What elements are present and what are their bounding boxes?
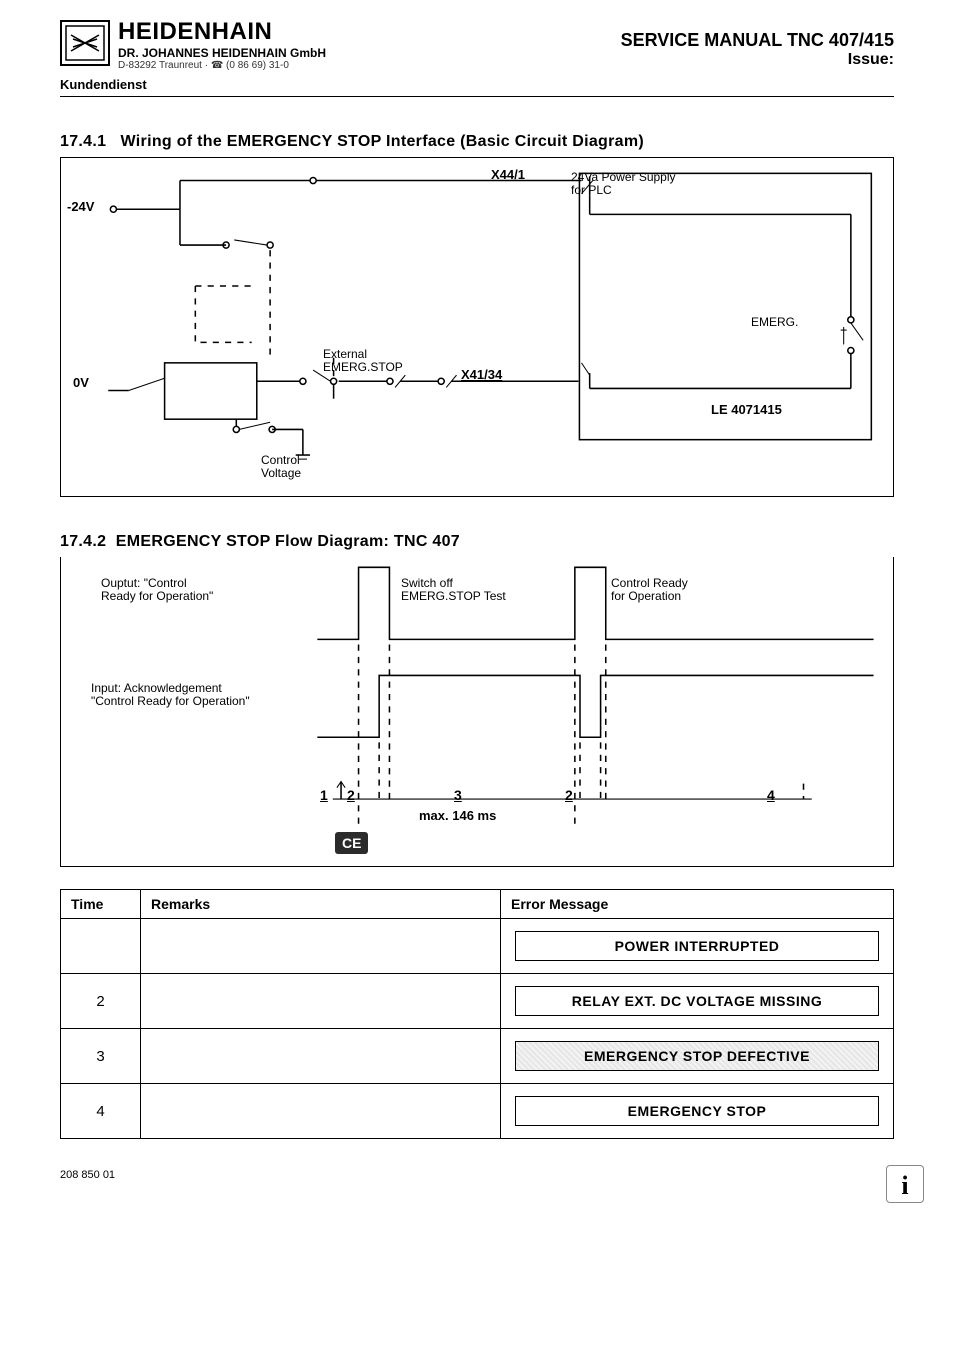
label-switchoff: Switch off EMERG.STOP Test [401,577,506,603]
kundendienst-label: Kundendienst [60,77,894,92]
logo-icon [60,20,110,66]
label-output: Ouptut: "Control Ready for Operation" [101,577,213,603]
table-row: POWER INTERRUPTED [61,919,894,974]
th-time: Time [61,890,141,919]
label-emerg: EMERG. [751,316,798,329]
label-ext-stop: External EMERG.STOP [323,348,403,374]
cell-time: 2 [61,974,141,1029]
doc-number: 208 850 01 [60,1169,894,1181]
cell-time: 4 [61,1084,141,1139]
label-x44: X44/1 [491,168,525,182]
logo-block: HEIDENHAIN DR. JOHANNES HEIDENHAIN GmbH … [60,20,326,71]
ce-badge: CE [335,832,368,854]
error-message-box: POWER INTERRUPTED [515,931,879,961]
flow-num-2a: 2 [347,787,355,803]
label-0v: 0V [73,376,89,390]
info-icon[interactable]: i [886,1165,924,1203]
label-ctrl-ready: Control Ready for Operation [611,577,688,603]
cell-msg: EMERGENCY STOP DEFECTIVE [501,1029,894,1084]
error-message-box: EMERGENCY STOP DEFECTIVE [515,1041,879,1071]
label-plc: 24Va Power Supply for PLC [571,171,676,197]
cell-msg: EMERGENCY STOP [501,1084,894,1139]
manual-title-block: SERVICE MANUAL TNC 407/415 Issue: [621,30,894,69]
manual-title: SERVICE MANUAL TNC 407/415 [621,30,894,51]
logo-text: HEIDENHAIN DR. JOHANNES HEIDENHAIN GmbH … [118,20,326,71]
flow-num-4: 4 [767,787,775,803]
header-rule [60,96,894,97]
section-2-title: 17.4.2 EMERGENCY STOP Flow Diagram: TNC … [60,533,894,551]
cell-msg: RELAY EXT. DC VOLTAGE MISSING [501,974,894,1029]
cell-remarks [141,1029,501,1084]
company-name: HEIDENHAIN [118,20,326,44]
cell-time [61,919,141,974]
th-msg: Error Message [501,890,894,919]
error-table: Time Remarks Error Message POWER INTERRU… [60,889,894,1139]
page-header: HEIDENHAIN DR. JOHANNES HEIDENHAIN GmbH … [60,20,894,71]
error-message-box: EMERGENCY STOP [515,1096,879,1126]
section-1-num: 17.4.1 [60,133,106,150]
th-remarks: Remarks [141,890,501,919]
table-row: 4 EMERGENCY STOP [61,1084,894,1139]
label-x41: X41/34 [461,368,502,382]
table-row: 2 RELAY EXT. DC VOLTAGE MISSING [61,974,894,1029]
issue-label: Issue: [621,51,894,69]
cell-remarks [141,919,501,974]
flow-num-3: 3 [454,787,462,803]
cell-remarks [141,974,501,1029]
section-1-title: 17.4.1 Wiring of the EMERGENCY STOP Inte… [60,133,894,151]
flow-num-2b: 2 [565,787,573,803]
cell-msg: POWER INTERRUPTED [501,919,894,974]
label-24v: -24V [67,200,94,214]
flow-num-1: 1 [320,787,328,803]
label-ctrl-voltage: Control Voltage [261,454,301,480]
company-sub1: DR. JOHANNES HEIDENHAIN GmbH [118,46,326,60]
label-max-ms: max. 146 ms [419,809,496,823]
flow-diagram: Ouptut: "Control Ready for Operation" Sw… [60,557,894,867]
section-2-heading: EMERGENCY STOP Flow Diagram: TNC 407 [116,533,460,550]
table-row: 3 EMERGENCY STOP DEFECTIVE [61,1029,894,1084]
section-1-heading: Wiring of the EMERGENCY STOP Interface (… [121,133,644,150]
label-le: LE 4071415 [711,403,782,417]
wiring-diagram: -24V 0V X44/1 X41/34 24Va Power Supply f… [60,157,894,497]
cell-time: 3 [61,1029,141,1084]
error-message-box: RELAY EXT. DC VOLTAGE MISSING [515,986,879,1016]
section-2-num: 17.4.2 [60,533,106,550]
company-sub2: D-83292 Traunreut · ☎ (0 86 69) 31-0 [118,60,326,71]
label-input-ack: Input: Acknowledgement "Control Ready fo… [91,682,250,708]
cell-remarks [141,1084,501,1139]
